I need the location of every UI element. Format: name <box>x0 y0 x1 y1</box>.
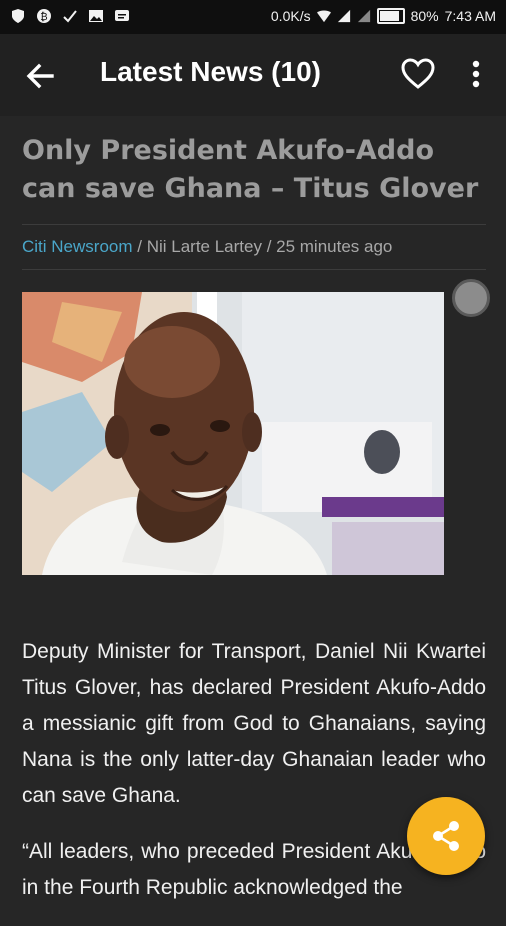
article-body: Deputy Minister for Transport, Daniel Ni… <box>22 634 486 926</box>
divider <box>22 269 486 270</box>
status-bar: ₿ 0.0K/s 80% 7:43 AM <box>0 0 506 34</box>
signal-icon <box>337 9 350 23</box>
notification-icons: ₿ <box>10 8 130 24</box>
article-byline: Citi Newsroom / Nii Larte Lartey / 25 mi… <box>22 231 486 269</box>
message-icon <box>115 10 129 21</box>
network-speed: 0.0K/s <box>270 8 311 24</box>
check-icon <box>63 10 77 23</box>
battery-percent: 80% <box>410 8 439 24</box>
share-button[interactable] <box>407 797 485 875</box>
bitcoin-icon: ₿ <box>37 9 51 23</box>
article-headline: Only President Akufo-Addo can save Ghana… <box>22 135 479 204</box>
screen-title: Latest News (10) <box>100 56 321 87</box>
shield-icon <box>12 9 24 23</box>
article-header: Only President Akufo-Addo can save Ghana… <box>22 132 486 284</box>
author-and-time: / Nii Larte Lartey / 25 minutes ago <box>132 237 393 256</box>
portrait-image <box>22 292 444 575</box>
svg-text:₿: ₿ <box>40 11 47 23</box>
clock: 7:43 AM <box>444 8 496 24</box>
more-vert-icon[interactable] <box>464 56 488 92</box>
article-image <box>22 292 444 575</box>
wifi-icon <box>316 10 331 23</box>
heart-icon[interactable] <box>400 56 436 92</box>
app-bar: Latest News (10) <box>0 34 506 116</box>
battery-icon <box>376 8 405 24</box>
source-link[interactable]: Citi Newsroom <box>22 237 133 256</box>
image-icon <box>89 10 103 22</box>
system-status: 0.0K/s 80% 7:43 AM <box>271 8 496 24</box>
signal-icon <box>357 9 370 23</box>
article-paragraph: Deputy Minister for Transport, Daniel Ni… <box>22 640 486 807</box>
scroll-handle[interactable] <box>452 279 490 317</box>
back-arrow-icon[interactable] <box>22 58 58 94</box>
divider <box>22 224 486 225</box>
share-icon <box>433 821 459 851</box>
